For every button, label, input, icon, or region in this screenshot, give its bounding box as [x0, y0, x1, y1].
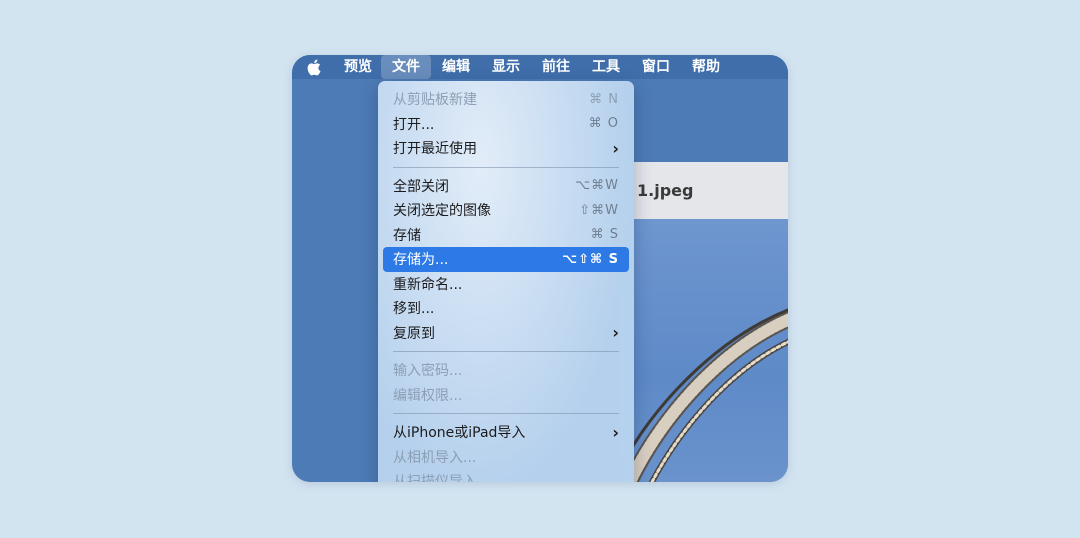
menu-item-label: 移到... — [393, 301, 435, 318]
document-title: 1.jpeg — [637, 181, 694, 200]
menu-item-import-from-iphone-ipad[interactable]: 从iPhone或iPad导入 › — [383, 420, 629, 445]
menu-item-label: 打开... — [393, 116, 435, 133]
shortcut-label: ⌥⌘W — [575, 178, 619, 194]
file-menu-dropdown: 从剪贴板新建 ⌘ N 打开... ⌘ O 打开最近使用 › 全部关闭 ⌥⌘W 关… — [378, 81, 634, 482]
menu-item-label: 关闭选定的图像 — [393, 203, 491, 220]
menu-item-label: 全部关闭 — [393, 178, 449, 195]
shortcut-label: ⌘ S — [590, 227, 619, 243]
menu-item-label: 存储为... — [393, 252, 449, 269]
menu-item-open-recent[interactable]: 打开最近使用 › — [383, 136, 629, 161]
menu-window[interactable]: 窗口 — [631, 55, 681, 79]
menu-item-label: 复原到 — [393, 325, 435, 342]
menu-item-label: 重新命名... — [393, 276, 463, 293]
menu-item-label: 存储 — [393, 227, 421, 244]
menu-preview[interactable]: 预览 — [340, 55, 381, 79]
menu-item-edit-permissions[interactable]: 编辑权限... — [383, 383, 629, 408]
menu-item-label: 打开最近使用 — [393, 141, 477, 158]
document-title-bar[interactable]: 1.jpeg — [620, 162, 788, 219]
arch-structure-image — [620, 308, 788, 482]
menu-item-label: 编辑权限... — [393, 387, 463, 404]
menu-item-import-from-camera[interactable]: 从相机导入... — [383, 445, 629, 470]
menu-item-label: 从扫描仪导入... — [393, 471, 490, 482]
menu-separator — [393, 166, 619, 168]
apple-icon[interactable] — [302, 55, 324, 79]
menu-item-revert-to[interactable]: 复原到 › — [383, 321, 629, 346]
shortcut-label: ⇧⌘W — [579, 202, 619, 218]
apple-logo-icon — [307, 59, 320, 75]
menu-edit[interactable]: 编辑 — [431, 55, 481, 79]
menu-item-save-as[interactable]: 存储为... ⌥⇧⌘ S — [383, 247, 629, 272]
menu-item-label: 从剪贴板新建 — [393, 92, 477, 109]
shortcut-label: ⌘ N — [589, 91, 619, 107]
menu-tools[interactable]: 工具 — [581, 55, 631, 79]
menu-item-label: 从相机导入... — [393, 449, 477, 466]
menu-bar: 预览 文件 编辑 显示 前往 工具 窗口 帮助 — [292, 55, 788, 79]
menu-item-close-all[interactable]: 全部关闭 ⌥⌘W — [383, 174, 629, 199]
menu-item-label: 从iPhone或iPad导入 — [393, 425, 526, 442]
shortcut-label: ⌘ O — [588, 116, 619, 132]
menu-item-save[interactable]: 存储 ⌘ S — [383, 223, 629, 248]
menu-item-new-from-clipboard[interactable]: 从剪贴板新建 ⌘ N — [383, 87, 629, 112]
menu-item-import-from-scanner[interactable]: 从扫描仪导入... — [383, 469, 629, 482]
menu-item-open[interactable]: 打开... ⌘ O — [383, 112, 629, 137]
menu-separator — [393, 351, 619, 352]
preview-window: 预览 文件 编辑 显示 前往 工具 窗口 帮助 1.jpeg 从剪贴板新建 ⌘ … — [292, 55, 788, 482]
document-image — [620, 219, 788, 482]
menu-item-enter-password[interactable]: 输入密码... — [383, 358, 629, 383]
shortcut-label: ⌥⇧⌘ S — [562, 251, 619, 267]
menu-view[interactable]: 显示 — [481, 55, 531, 79]
chevron-right-icon: › — [612, 138, 619, 158]
menu-separator — [393, 413, 619, 414]
menu-item-label: 输入密码... — [393, 363, 463, 380]
menu-item-close-selected-image[interactable]: 关闭选定的图像 ⇧⌘W — [383, 198, 629, 223]
menu-help[interactable]: 帮助 — [681, 55, 731, 79]
menu-item-rename[interactable]: 重新命名... — [383, 272, 629, 297]
menu-file[interactable]: 文件 — [381, 55, 431, 79]
chevron-right-icon: › — [612, 323, 619, 343]
chevron-right-icon: › — [612, 422, 619, 442]
menu-item-move-to[interactable]: 移到... — [383, 296, 629, 321]
menu-go[interactable]: 前往 — [531, 55, 581, 79]
